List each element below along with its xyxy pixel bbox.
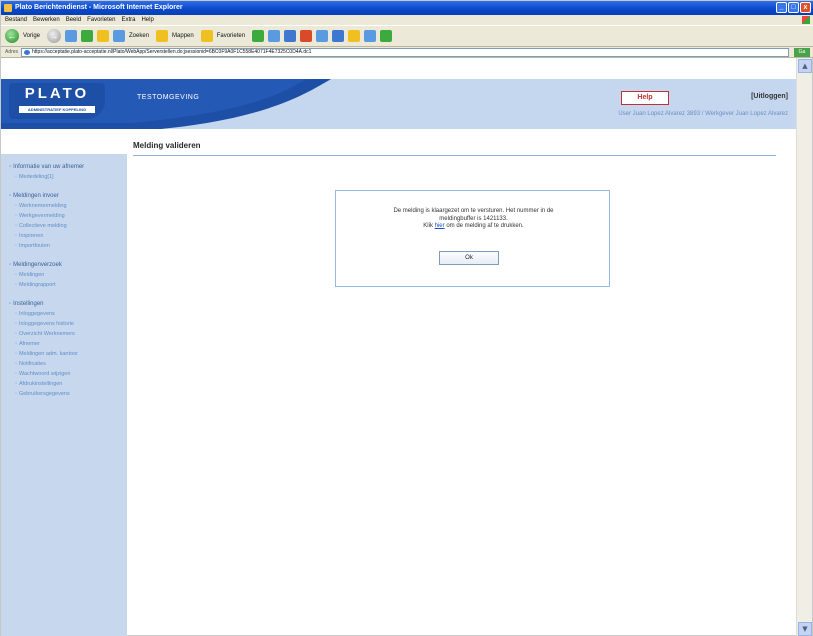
maximize-button[interactable]: □ (788, 2, 799, 13)
menu-view[interactable]: Beeld (66, 15, 81, 25)
sidebar-item-collectieve-melding[interactable]: Collectieve melding (1, 221, 127, 231)
ie-app-icon (4, 4, 12, 12)
folders-icon[interactable] (156, 30, 169, 42)
folders-label[interactable]: Mappen (172, 33, 194, 39)
sidebar-heading-verzoek[interactable]: Meldingenverzoek (1, 260, 127, 270)
dialog-line-3-pre: Klik (423, 223, 433, 229)
sidebar-item-inloggegevens[interactable]: Inloggegevens (1, 309, 127, 319)
print-link[interactable]: hier (435, 223, 445, 229)
home-icon[interactable] (97, 30, 110, 42)
messenger-icon[interactable] (380, 30, 393, 42)
address-bar: Adres https://acceptatie.plato-acceptati… (1, 47, 813, 64)
window-title-bar[interactable]: Plato Berichtendienst - Microsoft Intern… (1, 1, 813, 15)
mail-icon[interactable] (268, 30, 281, 42)
menu-bar: Bestand Bewerken Beeld Favorieten Extra … (1, 15, 813, 25)
search-label[interactable]: Zoeken (129, 33, 149, 39)
menu-favorites[interactable]: Favorieten (87, 15, 115, 25)
sidebar-item-wachtwoord[interactable]: Wachtwoord wijzigen (1, 369, 127, 379)
sidebar-item-overzicht-werknemers[interactable]: Overzicht Werknemers (1, 329, 127, 339)
scroll-down-icon[interactable]: ▼ (798, 622, 812, 636)
environment-label: TESTOMGEVING (137, 94, 200, 101)
menu-tools[interactable]: Extra (121, 15, 135, 25)
browser-window: Plato Berichtendienst - Microsoft Intern… (0, 0, 813, 636)
sidebar-nav: Informatie van uw afnemer Mededeling[1] … (1, 154, 127, 636)
sidebar-item-meldingen[interactable]: Meldingen (1, 270, 127, 280)
sidebar-section-invoer: Meldingen invoer Werknemermelding Werkge… (1, 191, 127, 251)
menu-edit[interactable]: Bewerken (33, 15, 60, 25)
plato-logo[interactable]: PLATO ADMINISTRATIEF KOPPELING (9, 83, 105, 119)
history-icon[interactable] (252, 30, 265, 42)
copy-icon[interactable] (348, 30, 361, 42)
sidebar-item-gebruikersgegevens[interactable]: Gebruikersgegevens (1, 389, 127, 399)
dialog-message: De melding is klaargezet om te versturen… (352, 208, 595, 231)
print-icon[interactable] (284, 30, 297, 42)
menu-file[interactable]: Bestand (5, 15, 27, 25)
logout-link[interactable]: [Uitloggen] (751, 93, 788, 100)
favorites-star-icon[interactable] (200, 30, 213, 42)
cut-icon[interactable] (332, 30, 345, 42)
sidebar-item-notificaties[interactable]: Notificaties (1, 359, 127, 369)
sidebar-item-importfouten[interactable]: Importfouten (1, 241, 127, 251)
forward-arrow-icon[interactable]: → (47, 29, 62, 43)
windows-logo-icon (802, 16, 810, 24)
sidebar-item-meldingen-adm-kantoor[interactable]: Meldingen adm. kantoor (1, 349, 127, 359)
sidebar-item-inspireren[interactable]: Inspireren (1, 231, 127, 241)
back-label[interactable]: Vorige (23, 33, 40, 39)
menu-help[interactable]: Help (141, 15, 153, 25)
browser-toolbar: ← Vorige → Zoeken Mappen Favorieten (1, 25, 813, 47)
sidebar-item-afnemer[interactable]: Afnemer (1, 339, 127, 349)
edit-icon[interactable] (300, 30, 313, 42)
sidebar-item-meldingrapport[interactable]: Meldingrapport (1, 280, 127, 290)
dialog-line-1: De melding is klaargezet om te versturen… (393, 208, 554, 214)
ok-button[interactable]: Ok (439, 251, 499, 265)
back-arrow-icon[interactable]: ← (5, 29, 19, 43)
logo-subtitle: ADMINISTRATIEF KOPPELING (19, 106, 95, 113)
sidebar-section-verzoek: Meldingenverzoek Meldingen Meldingrappor… (1, 260, 127, 290)
sidebar-item-afdrukinstellingen[interactable]: Afdrukinstellingen (1, 379, 127, 389)
address-input[interactable]: https://acceptatie.plato-acceptatie.nl/P… (21, 48, 789, 57)
go-button[interactable]: Ga naar (794, 48, 810, 64)
stop-icon[interactable] (65, 30, 78, 42)
confirmation-dialog: De melding is klaargezet om te versturen… (335, 190, 610, 287)
page-title: Melding valideren (133, 141, 201, 150)
sidebar-section-info: Informatie van uw afnemer Mededeling[1] (1, 162, 127, 182)
close-button[interactable]: x (800, 2, 811, 13)
sidebar-section-instellingen: Instellingen Inloggegevens Inloggegevens… (1, 299, 127, 399)
sidebar-item-inloggegevens-historie[interactable]: Inloggegevens historie (1, 319, 127, 329)
user-info: User Juan Lopez Alvarez 3893 / Werkgever… (618, 111, 788, 117)
app-header: PLATO ADMINISTRATIEF KOPPELING TESTOMGEV… (1, 79, 798, 129)
sidebar-heading-instellingen[interactable]: Instellingen (1, 299, 127, 309)
title-divider (133, 155, 776, 156)
paste-icon[interactable] (364, 30, 377, 42)
sidebar-item-werkgevermelding[interactable]: Werkgevermelding (1, 211, 127, 221)
minimize-button[interactable]: _ (776, 2, 787, 13)
dialog-line-3-post: om de melding af te drukken. (446, 223, 524, 229)
vertical-scrollbar[interactable]: ▲ ▼ (796, 58, 812, 636)
scroll-up-icon[interactable]: ▲ (798, 59, 812, 73)
dialog-line-2: meldingbuffer is 1421133. (439, 215, 508, 222)
help-button[interactable]: Help (621, 91, 669, 105)
window-title: Plato Berichtendienst - Microsoft Intern… (15, 4, 183, 11)
sidebar-heading-info[interactable]: Informatie van uw afnemer (1, 162, 127, 172)
address-label: Adres (5, 49, 19, 55)
sidebar-item-mededeling[interactable]: Mededeling[1] (1, 172, 127, 182)
favorites-label[interactable]: Favorieten (217, 33, 245, 39)
page-icon (24, 50, 30, 55)
logo-text: PLATO (24, 85, 90, 102)
search-icon[interactable] (113, 30, 126, 42)
refresh-icon[interactable] (81, 30, 94, 42)
sidebar-heading-invoer[interactable]: Meldingen invoer (1, 191, 127, 201)
sidebar-item-werknemermelding[interactable]: Werknemermelding (1, 201, 127, 211)
window-controls: _ □ x (776, 2, 811, 13)
discuss-icon[interactable] (316, 30, 329, 42)
address-url: https://acceptatie.plato-acceptatie.nl/P… (32, 49, 312, 55)
